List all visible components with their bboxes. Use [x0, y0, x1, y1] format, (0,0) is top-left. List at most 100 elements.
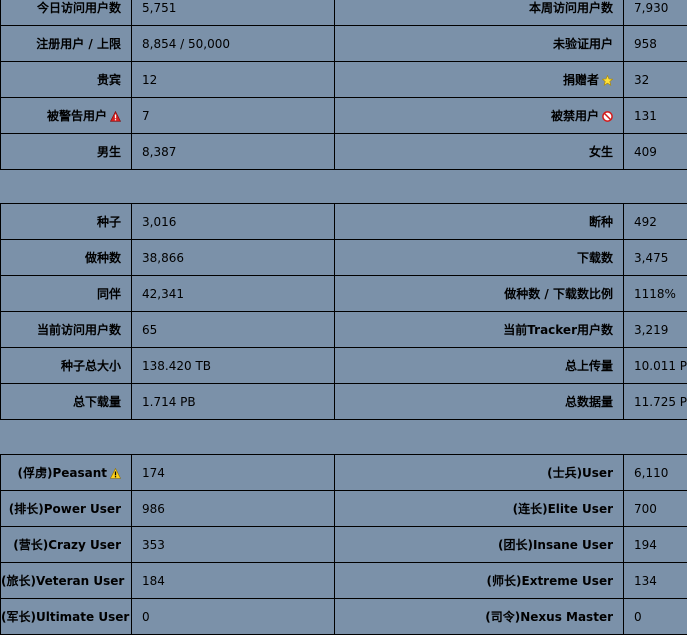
stat-label: (营长)Crazy User	[13, 538, 121, 552]
stat-value: 1118%	[624, 276, 687, 312]
stat-value: 7,930	[624, 0, 687, 26]
stat-label: 当前Tracker用户数	[503, 323, 613, 337]
torrent-stat-row: 当前访问用户数65 当前Tracker用户数 3,219	[1, 312, 687, 348]
stat-label-cell: 总上传量	[335, 348, 624, 384]
stat-label: 今日访问用户数	[37, 1, 121, 15]
stat-label: 做种数 / 下载数比例	[504, 287, 613, 301]
stat-label: 下载数	[577, 251, 613, 265]
stat-label: (师长)Extreme User	[487, 574, 613, 588]
stat-value: 174	[132, 455, 335, 491]
stat-label-cell: 今日访问用户数	[1, 0, 132, 26]
stat-value: 32	[624, 62, 687, 98]
stat-label-cell: 未验证用户	[335, 26, 624, 62]
banned-icon	[602, 111, 613, 125]
stat-value: 138.420 TB	[132, 348, 335, 384]
torrent-stat-row: 做种数38,866下载数3,475	[1, 240, 687, 276]
stat-value: 3,016	[132, 204, 335, 240]
user-class-row: (旅长)Veteran User184(师长)Extreme User134	[1, 563, 687, 599]
stat-value: 131	[624, 98, 687, 134]
stat-label-cell: (旅长)Veteran User	[1, 563, 132, 599]
stat-value: 8,854 / 50,000	[132, 26, 335, 62]
stat-label-cell: 被警告用户	[1, 98, 132, 134]
stat-label-cell: 当前Tracker用户数	[335, 312, 624, 348]
torrent-stat-row: 同伴 42,341 做种数 / 下载数比例 1118%	[1, 276, 687, 312]
stat-label-cell: 当前访问用户数	[1, 312, 132, 348]
stat-value: 3,475	[624, 240, 687, 276]
warning-red-icon	[110, 111, 121, 125]
stat-value: 409	[624, 134, 687, 170]
stat-label: 本周访问用户数	[529, 1, 613, 15]
warning-yellow-icon	[110, 468, 121, 482]
stat-value: 5,751	[132, 0, 335, 26]
stat-label-cell: 断种	[335, 204, 624, 240]
stat-label-cell: 女生	[335, 134, 624, 170]
stat-label-cell: (司令)Nexus Master	[335, 599, 624, 635]
general-stat-row: 今日访问用户数 5,751 本周访问用户数 7,930	[1, 0, 687, 26]
stat-label: (团长)Insane User	[498, 538, 613, 552]
stat-label-cell: 注册用户 / 上限	[1, 26, 132, 62]
stat-label: 贵宾	[97, 73, 121, 87]
user-class-row: (排长)Power User986(连长)Elite User700	[1, 491, 687, 527]
user-class-row: (营长)Crazy User 353 (团长)Insane User 194	[1, 527, 687, 563]
stat-label-cell: 做种数	[1, 240, 132, 276]
stat-label: (旅长)Veteran User	[1, 574, 124, 588]
stat-label-cell: 下载数	[335, 240, 624, 276]
stat-value: 1.714 PB	[132, 384, 335, 420]
stat-label-cell: 同伴	[1, 276, 132, 312]
general-stat-row: 注册用户 / 上限8,854 / 50,000未验证用户958	[1, 26, 687, 62]
stat-label-cell: 捐赠者	[335, 62, 624, 98]
stat-value: 65	[132, 312, 335, 348]
stat-value: 3,219	[624, 312, 687, 348]
stat-label-cell: 总数据量	[335, 384, 624, 420]
general-stat-row: 男生8,387女生409	[1, 134, 687, 170]
torrent-stats-table: 种子3,016断种492做种数38,866下载数3,475同伴42,341做种数…	[0, 203, 687, 420]
stat-label-cell: (士兵)User	[335, 455, 624, 491]
stat-value: 8,387	[132, 134, 335, 170]
general-stat-row: 被警告用户 7 被禁用户 131	[1, 98, 687, 134]
stat-label: 断种	[589, 215, 613, 229]
stat-label-cell: (排长)Power User	[1, 491, 132, 527]
stat-value: 492	[624, 204, 687, 240]
stat-label-cell: 贵宾	[1, 62, 132, 98]
stat-label-cell: (营长)Crazy User	[1, 527, 132, 563]
stat-value: 353	[132, 527, 335, 563]
stat-label: (司令)Nexus Master	[485, 610, 613, 624]
stat-label-cell: 做种数 / 下载数比例	[335, 276, 624, 312]
user-class-stats-table: (俘虏)Peasant174(士兵)User6,110(排长)Power Use…	[0, 454, 687, 635]
site-stats-page: 今日访问用户数 5,751 本周访问用户数 7,930 注册用户 / 上限 8,854 /…	[0, 0, 687, 624]
stat-label: 同伴	[97, 287, 121, 301]
stat-label: (军长)Ultimate User	[1, 610, 129, 624]
stat-label: 总数据量	[565, 395, 613, 409]
stat-value: 6,110	[624, 455, 687, 491]
stat-value: 10.011 PB	[624, 348, 687, 384]
stat-label: 被警告用户	[47, 109, 107, 123]
stat-label-cell: 被禁用户	[335, 98, 624, 134]
stat-value: 184	[132, 563, 335, 599]
stat-label-cell: 种子总大小	[1, 348, 132, 384]
stat-label-cell: 总下载量	[1, 384, 132, 420]
stat-label-cell: (军长)Ultimate User	[1, 599, 132, 635]
stat-value: 194	[624, 527, 687, 563]
stat-label-cell: 种子	[1, 204, 132, 240]
stat-label: 做种数	[85, 251, 121, 265]
stat-label: 被禁用户	[551, 109, 599, 123]
stat-label-cell: 本周访问用户数	[335, 0, 624, 26]
stat-label: 未验证用户	[553, 37, 613, 51]
stat-label: 种子总大小	[61, 359, 121, 373]
stat-value: 7	[132, 98, 335, 134]
stat-label: 注册用户 / 上限	[36, 37, 121, 51]
stat-label-cell: (团长)Insane User	[335, 527, 624, 563]
user-class-row: (军长)Ultimate User0(司令)Nexus Master0	[1, 599, 687, 635]
stat-value: 11.725 PB	[624, 384, 687, 420]
general-stats-table: 今日访问用户数 5,751 本周访问用户数 7,930 注册用户 / 上限 8,854 /…	[0, 0, 687, 170]
general-stat-row: 贵宾 12 捐赠者 32	[1, 62, 687, 98]
stat-label-cell: (俘虏)Peasant	[1, 455, 132, 491]
stat-value: 12	[132, 62, 335, 98]
stat-label: (俘虏)Peasant	[17, 466, 107, 480]
star-icon	[602, 75, 613, 89]
stat-label: 捐赠者	[563, 73, 599, 87]
stat-label: 女生	[589, 145, 613, 159]
torrent-stat-row: 种子总大小 138.420 TB总上传量10.011 PB	[1, 348, 687, 384]
stat-label: (连长)Elite User	[513, 502, 613, 516]
stat-value: 42,341	[132, 276, 335, 312]
